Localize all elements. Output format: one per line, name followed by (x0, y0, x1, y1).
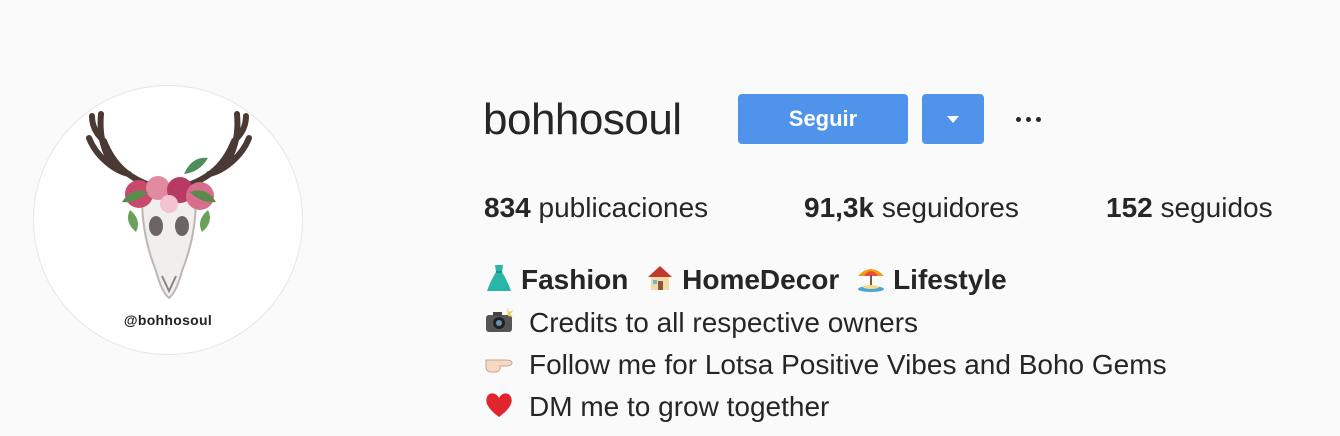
followers-label: seguidores (881, 192, 1019, 223)
bio-line-categories: Fashion HomeDecor Lifestyle (483, 262, 1007, 298)
follow-button[interactable]: Seguir (738, 94, 908, 144)
stat-followers[interactable]: 91,3k seguidores (804, 190, 1019, 226)
bio-line-follow: Follow me for Lotsa Positive Vibes and B… (483, 347, 1167, 383)
following-count: 152 (1106, 192, 1153, 223)
bio-fashion: Fashion (521, 264, 629, 295)
bio-line-credits: Credits to all respective owners (483, 305, 918, 341)
ellipsis-icon (1015, 116, 1021, 122)
stat-posts: 834 publicaciones (484, 190, 708, 226)
red-heart-icon (486, 393, 512, 417)
bio-follow-text: Follow me for Lotsa Positive Vibes and B… (529, 349, 1167, 380)
followers-count: 91,3k (804, 192, 875, 223)
bio-line-dm: DM me to grow together (483, 389, 829, 425)
suggested-accounts-dropdown-button[interactable] (922, 94, 984, 144)
posts-count: 834 (484, 192, 531, 223)
bio-lifestyle: Lifestyle (893, 264, 1007, 295)
dress-icon (487, 265, 511, 291)
posts-label: publicaciones (538, 192, 709, 223)
beach-umbrella-icon (858, 269, 885, 292)
avatar-handle-text: @bohhosoul (123, 312, 213, 328)
stat-following[interactable]: 152 seguidos (1106, 190, 1273, 226)
following-label: seguidos (1160, 192, 1273, 223)
bio-dm-text: DM me to grow together (529, 391, 830, 422)
pointing-hand-icon (485, 359, 513, 373)
camera-flash-icon (486, 307, 514, 332)
bio-homedecor: HomeDecor (682, 264, 840, 295)
house-icon (648, 266, 673, 290)
profile-avatar[interactable]: @bohhosoul (33, 85, 303, 355)
caret-down-icon (947, 115, 959, 123)
more-options-button[interactable] (1010, 104, 1046, 134)
profile-username: bohhosoul (483, 95, 682, 144)
profile-header: @bohhosoul bohhosoul Seguir 834 publicac… (0, 0, 1340, 436)
bio-credits-text: Credits to all respective owners (529, 307, 919, 338)
